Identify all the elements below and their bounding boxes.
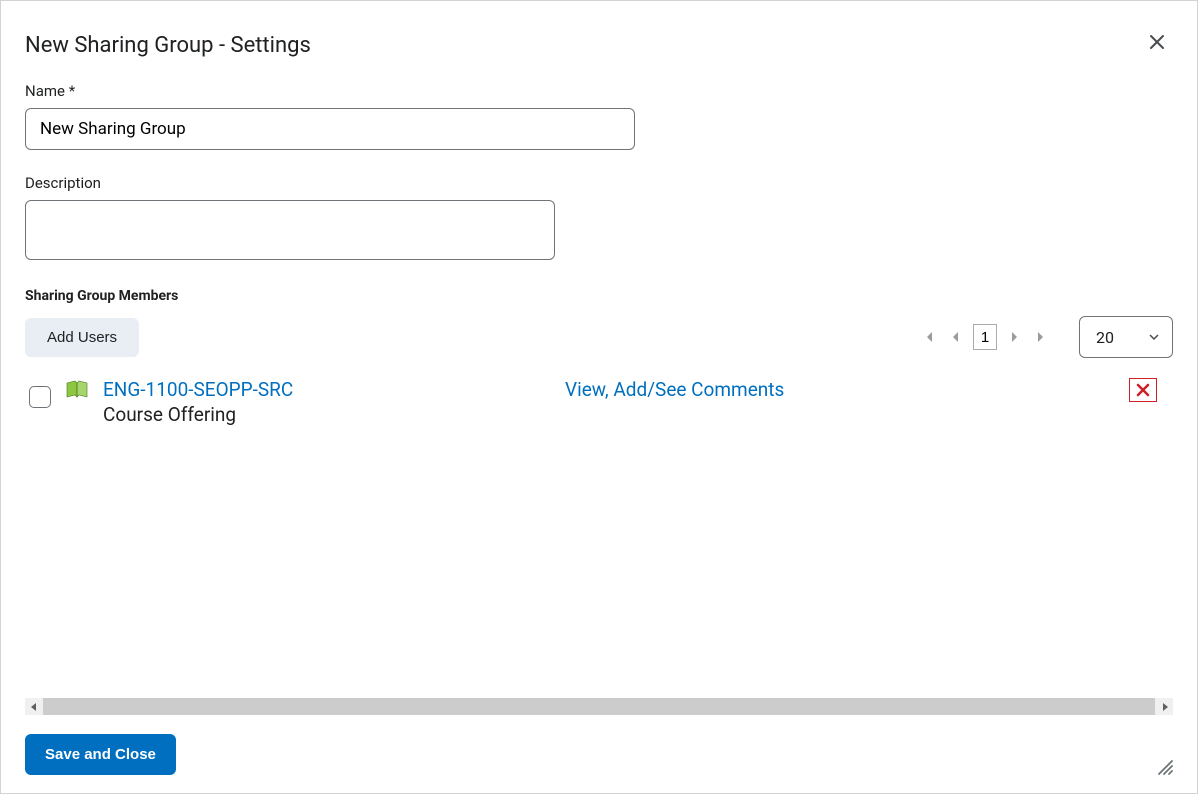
book-icon <box>65 380 89 400</box>
add-users-button[interactable]: Add Users <box>25 318 139 357</box>
skip-first-icon <box>925 331 939 343</box>
description-label: Description <box>25 174 1173 192</box>
member-title-link[interactable]: ENG-1100-SEOPP-SRC <box>103 378 293 401</box>
sharing-group-dialog: New Sharing Group - Settings Name * Desc… <box>0 0 1198 794</box>
scroll-left-button[interactable] <box>25 698 42 715</box>
triangle-left-icon <box>30 703 38 711</box>
description-input[interactable] <box>25 200 555 260</box>
chevron-left-icon <box>951 331 959 343</box>
scroll-thumb[interactable] <box>43 698 1155 715</box>
row-checkbox[interactable] <box>29 386 51 408</box>
save-and-close-button[interactable]: Save and Close <box>25 734 176 775</box>
member-text: ENG-1100-SEOPP-SRC Course Offering <box>103 378 293 426</box>
pager: 20 <box>923 316 1173 358</box>
members-section: Sharing Group Members Add Users 20 <box>25 288 1173 426</box>
per-page-value: 20 <box>1096 328 1114 347</box>
pager-first-button[interactable] <box>923 329 941 345</box>
triangle-right-icon <box>1161 703 1169 711</box>
pager-last-button[interactable] <box>1029 329 1047 345</box>
x-delete-icon <box>1136 383 1150 397</box>
close-button[interactable] <box>1141 25 1173 61</box>
dialog-footer: Save and Close <box>25 734 1173 775</box>
chevron-down-icon <box>1148 331 1160 343</box>
horizontal-scrollbar[interactable] <box>25 698 1173 715</box>
dialog-title: New Sharing Group - Settings <box>25 33 311 58</box>
skip-last-icon <box>1031 331 1045 343</box>
name-input[interactable] <box>25 108 635 150</box>
name-section: Name * <box>25 82 1173 150</box>
pager-prev-button[interactable] <box>949 329 961 345</box>
member-subtitle: Course Offering <box>103 403 293 426</box>
description-section: Description <box>25 174 1173 264</box>
members-toolbar: Add Users 20 <box>25 316 1173 358</box>
pager-next-button[interactable] <box>1009 329 1021 345</box>
close-icon <box>1149 34 1165 50</box>
member-permissions-link[interactable]: View, Add/See Comments <box>565 378 784 401</box>
members-section-label: Sharing Group Members <box>25 288 1173 304</box>
per-page-select[interactable]: 20 <box>1079 316 1173 358</box>
delete-member-button[interactable] <box>1129 378 1157 402</box>
dialog-header: New Sharing Group - Settings <box>25 25 1173 82</box>
member-row-wrap: ENG-1100-SEOPP-SRC Course Offering View,… <box>25 378 1173 426</box>
pager-page-input[interactable] <box>973 324 997 350</box>
scroll-right-button[interactable] <box>1156 698 1173 715</box>
name-label: Name * <box>25 82 1173 100</box>
resize-handle[interactable] <box>1155 757 1173 775</box>
chevron-right-icon <box>1011 331 1019 343</box>
